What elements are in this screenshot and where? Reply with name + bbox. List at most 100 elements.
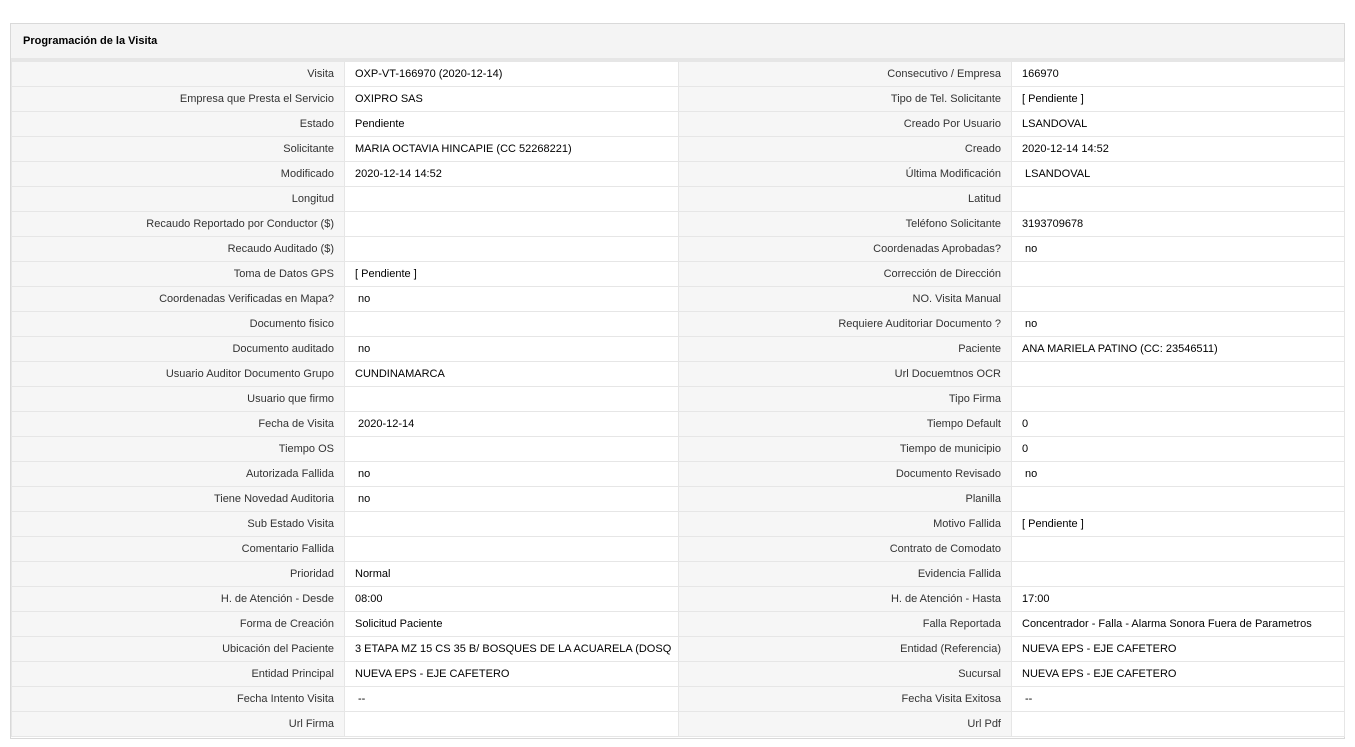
value-recaudo-auditado bbox=[344, 236, 679, 262]
value-entidad-referencia: NUEVA EPS - EJE CAFETERO bbox=[1011, 636, 1345, 662]
value-entidad-principal: NUEVA EPS - EJE CAFETERO bbox=[344, 661, 679, 687]
label-entidad-principal: Entidad Principal bbox=[11, 661, 345, 687]
label-requiere-auditoriar-documento: Requiere Auditoriar Documento ? bbox=[678, 311, 1012, 337]
value-contrato-de-comodato bbox=[1011, 536, 1345, 562]
value-comentario-fallida bbox=[344, 536, 679, 562]
table-row: Forma de Creación Solicitud Paciente Falla… bbox=[11, 611, 1345, 637]
label-motivo-fallida: Motivo Fallida bbox=[678, 511, 1012, 537]
label-forma-de-creacion: Forma de Creación bbox=[11, 611, 345, 637]
table-row: Tiene Novedad Auditoria no Planilla bbox=[11, 486, 1345, 512]
value-evidencia-fallida bbox=[1011, 561, 1345, 587]
label-consecutivo-empresa: Consecutivo / Empresa bbox=[678, 61, 1012, 87]
label-h-de-atencion-desde: H. de Atención - Desde bbox=[11, 586, 345, 612]
value-coordenadas-aprobadas: no bbox=[1011, 236, 1345, 262]
value-usuario-que-firmo bbox=[344, 386, 679, 412]
panel-title: Programación de la Visita bbox=[23, 35, 158, 47]
label-usuario-auditor-documento-grupo: Usuario Auditor Documento Grupo bbox=[11, 361, 345, 387]
visit-schedule-panel: Programación de la Visita Visita OXP-VT-1… bbox=[10, 23, 1345, 739]
value-consecutivo-empresa: 166970 bbox=[1011, 61, 1345, 87]
value-h-de-atencion-desde: 08:00 bbox=[344, 586, 679, 612]
value-usuario-auditor-documento-grupo: CUNDINAMARCA bbox=[344, 361, 679, 387]
table-row: H. de Atención - Desde 08:00 H. de Atenció… bbox=[11, 586, 1345, 612]
label-visita: Visita bbox=[11, 61, 345, 87]
label-tiempo-os: Tiempo OS bbox=[11, 436, 345, 462]
value-tiempo-default: 0 bbox=[1011, 411, 1345, 437]
value-fecha-intento-visita: -- bbox=[344, 686, 679, 712]
label-sucursal: Sucursal bbox=[678, 661, 1012, 687]
table-row: Solicitante MARIA OCTAVIA HINCAPIE (CC 52… bbox=[11, 136, 1345, 162]
value-ultima-modificacion: LSANDOVAL bbox=[1011, 161, 1345, 187]
value-requiere-auditoriar-documento: no bbox=[1011, 311, 1345, 337]
value-autorizada-fallida: no bbox=[344, 461, 679, 487]
value-estado: Pendiente bbox=[344, 111, 679, 137]
label-fecha-intento-visita: Fecha Intento Visita bbox=[11, 686, 345, 712]
value-url-pdf bbox=[1011, 711, 1345, 737]
value-motivo-fallida: [ Pendiente ] bbox=[1011, 511, 1345, 537]
value-creado-por-usuario: LSANDOVAL bbox=[1011, 111, 1345, 137]
label-sub-estado-visita: Sub Estado Visita bbox=[11, 511, 345, 537]
label-comentario-fallida: Comentario Fallida bbox=[11, 536, 345, 562]
value-creado: 2020-12-14 14:52 bbox=[1011, 136, 1345, 162]
value-h-de-atencion-hasta: 17:00 bbox=[1011, 586, 1345, 612]
table-row: Usuario Auditor Documento Grupo CUNDINAMA… bbox=[11, 361, 1345, 387]
value-tipo-firma bbox=[1011, 386, 1345, 412]
value-documento-fisico bbox=[344, 311, 679, 337]
table-row: Entidad Principal NUEVA EPS - EJE CAFETER… bbox=[11, 661, 1345, 687]
label-prioridad: Prioridad bbox=[11, 561, 345, 587]
label-empresa-que-presta-el-servicio: Empresa que Presta el Servicio bbox=[11, 86, 345, 112]
label-h-de-atencion-hasta: H. de Atención - Hasta bbox=[678, 586, 1012, 612]
label-entidad-referencia: Entidad (Referencia) bbox=[678, 636, 1012, 662]
value-tiempo-de-municipio: 0 bbox=[1011, 436, 1345, 462]
label-url-pdf: Url Pdf bbox=[678, 711, 1012, 737]
label-no-visita-manual: NO. Visita Manual bbox=[678, 286, 1012, 312]
label-creado: Creado bbox=[678, 136, 1012, 162]
value-fecha-visita-exitosa: -- bbox=[1011, 686, 1345, 712]
table-row: Fecha Intento Visita -- Fecha Visita Exito… bbox=[11, 686, 1345, 712]
table-row: Fecha de Visita 2020-12-14 Tiempo Default 0 bbox=[11, 411, 1345, 437]
table-row: Sub Estado Visita Motivo Fallida[ Pendien… bbox=[11, 511, 1345, 537]
value-tiempo-os bbox=[344, 436, 679, 462]
value-fecha-de-visita: 2020-12-14 bbox=[344, 411, 679, 437]
label-recaudo-auditado: Recaudo Auditado ($) bbox=[11, 236, 345, 262]
value-latitud bbox=[1011, 186, 1345, 212]
label-documento-fisico: Documento fisico bbox=[11, 311, 345, 337]
value-visita: OXP-VT-166970 (2020-12-14) bbox=[344, 61, 679, 87]
table-row: Prioridad Normal Evidencia Fallida bbox=[11, 561, 1345, 587]
label-url-firma: Url Firma bbox=[11, 711, 345, 737]
table-row: Coordenadas Verificadas en Mapa? no NO. Vi… bbox=[11, 286, 1345, 312]
label-solicitante: Solicitante bbox=[11, 136, 345, 162]
table-row: Visita OXP-VT-166970 (2020-12-14) Consecut… bbox=[11, 61, 1345, 87]
visit-details-table: Visita OXP-VT-166970 (2020-12-14) Consecut… bbox=[11, 61, 1345, 737]
table-row: Documento auditado no Paciente ANA MARIELA … bbox=[11, 336, 1345, 362]
label-recaudo-reportado-por-conductor: Recaudo Reportado por Conductor ($) bbox=[11, 211, 345, 237]
label-usuario-que-firmo: Usuario que firmo bbox=[11, 386, 345, 412]
label-ubicacion-del-paciente: Ubicación del Paciente bbox=[11, 636, 345, 662]
label-tiene-novedad-auditoria: Tiene Novedad Auditoria bbox=[11, 486, 345, 512]
value-paciente: ANA MARIELA PATINO (CC: 23546511) bbox=[1011, 336, 1345, 362]
table-row: Recaudo Auditado ($) Coordenadas Aprobada… bbox=[11, 236, 1345, 262]
label-creado-por-usuario: Creado Por Usuario bbox=[678, 111, 1012, 137]
value-toma-de-datos-gps: [ Pendiente ] bbox=[344, 261, 679, 287]
label-tipo-firma: Tipo Firma bbox=[678, 386, 1012, 412]
label-coordenadas-verificadas-en-mapa: Coordenadas Verificadas en Mapa? bbox=[11, 286, 345, 312]
value-modificado: 2020-12-14 14:52 bbox=[344, 161, 679, 187]
value-tipo-de-tel-solicitante: [ Pendiente ] bbox=[1011, 86, 1345, 112]
label-tiempo-default: Tiempo Default bbox=[678, 411, 1012, 437]
label-tiempo-de-municipio: Tiempo de municipio bbox=[678, 436, 1012, 462]
value-planilla bbox=[1011, 486, 1345, 512]
label-ultima-modificacion: Última Modificación bbox=[678, 161, 1012, 187]
table-row: Comentario Fallida Contrato de Comodato bbox=[11, 536, 1345, 562]
value-prioridad: Normal bbox=[344, 561, 679, 587]
value-empresa-que-presta-el-servicio: OXIPRO SAS bbox=[344, 86, 679, 112]
label-coordenadas-aprobadas: Coordenadas Aprobadas? bbox=[678, 236, 1012, 262]
label-toma-de-datos-gps: Toma de Datos GPS bbox=[11, 261, 345, 287]
label-tipo-de-tel-solicitante: Tipo de Tel. Solicitante bbox=[678, 86, 1012, 112]
label-documento-auditado: Documento auditado bbox=[11, 336, 345, 362]
label-modificado: Modificado bbox=[11, 161, 345, 187]
visit-details-body: Visita OXP-VT-166970 (2020-12-14) Consecut… bbox=[11, 61, 1345, 737]
table-row: Empresa que Presta el Servicio OXIPRO SAS… bbox=[11, 86, 1345, 112]
label-latitud: Latitud bbox=[678, 186, 1012, 212]
table-row: Documento fisico Requiere Auditoriar Docu… bbox=[11, 311, 1345, 337]
label-fecha-visita-exitosa: Fecha Visita Exitosa bbox=[678, 686, 1012, 712]
value-falla-reportada: Concentrador - Falla - Alarma Sonora Fue… bbox=[1011, 611, 1345, 637]
